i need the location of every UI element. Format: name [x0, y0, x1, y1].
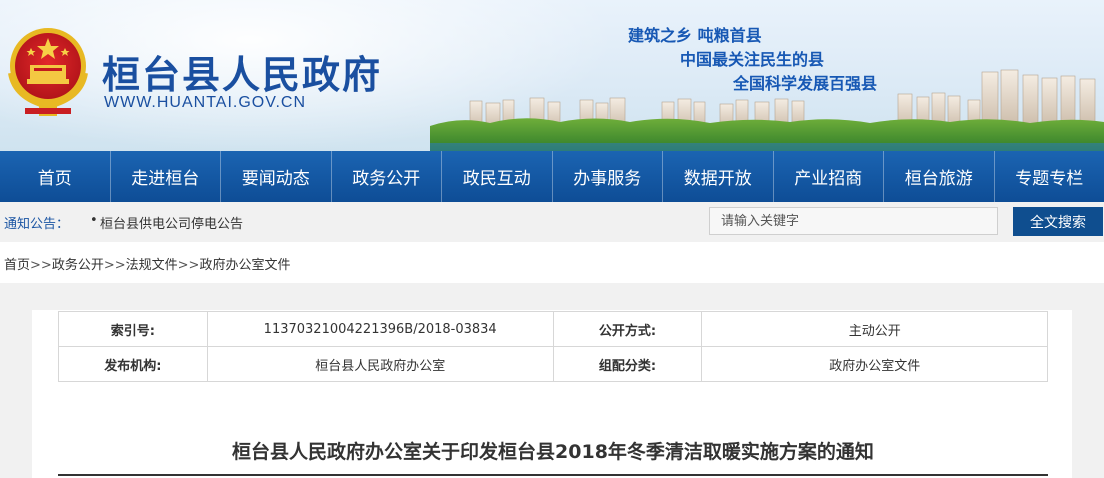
disclosure-method-label: 公开方式:	[552, 311, 703, 347]
breadcrumb: 首页>>政务公开>>法规文件>>政府办公室文件	[4, 254, 290, 273]
nav-item-services[interactable]: 办事服务	[553, 151, 663, 202]
index-number-value: 11370321004221396B/2018-03834	[206, 311, 554, 347]
site-title: 桓台县人民政府	[102, 53, 383, 97]
notice-label: 通知公告：	[4, 217, 70, 232]
breadcrumb-gov-affairs[interactable]: 政务公开	[52, 258, 104, 273]
document-title: 桓台县人民政府办公室关于印发桓台县2018年冬季清洁取暖实施方案的通知	[232, 441, 874, 463]
main-nav: 首页 走进桓台 要闻动态 政务公开 政民互动 办事服务 数据开放 产业招商 桓台…	[0, 151, 1104, 202]
document-meta-table: 索引号: 11370321004221396B/2018-03834 公开方式:…	[58, 311, 1048, 382]
notice-bullet: •	[90, 213, 98, 228]
breadcrumb-separator: >>	[103, 258, 126, 273]
national-emblem-icon	[8, 28, 88, 116]
header-banner: 桓台县人民政府 WWW.HUANTAI.GOV.CN 建筑之乡 吨粮首县 中国最…	[0, 0, 1104, 151]
index-number-label: 索引号:	[58, 311, 208, 347]
city-skyline-image	[430, 69, 1104, 151]
breadcrumb-regulations[interactable]: 法规文件	[126, 258, 178, 273]
category-value: 政府办公室文件	[701, 346, 1048, 382]
category-label: 组配分类:	[552, 346, 703, 382]
search-input[interactable]	[709, 207, 998, 235]
site-domain: WWW.HUANTAI.GOV.CN	[104, 94, 306, 111]
nav-item-tourism[interactable]: 桓台旅游	[884, 151, 995, 202]
publisher-label: 发布机构:	[58, 346, 208, 382]
nav-item-investment[interactable]: 产业招商	[774, 151, 884, 202]
breadcrumb-office-documents[interactable]: 政府办公室文件	[199, 258, 290, 273]
slogan-line-1: 建筑之乡 吨粮首县	[628, 26, 762, 45]
nav-item-news[interactable]: 要闻动态	[221, 151, 332, 202]
breadcrumb-home[interactable]: 首页	[4, 258, 30, 273]
notice-item-link[interactable]: 桓台县供电公司停电公告	[100, 213, 243, 232]
publisher-value: 桓台县人民政府办公室	[206, 346, 554, 382]
nav-item-home[interactable]: 首页	[0, 151, 111, 202]
disclosure-method-value: 主动公开	[701, 311, 1048, 347]
breadcrumb-separator: >>	[177, 258, 200, 273]
title-divider	[58, 474, 1048, 476]
fulltext-search-button[interactable]: 全文搜索	[1013, 207, 1103, 236]
table-row: 发布机构: 桓台县人民政府办公室 组配分类: 政府办公室文件	[58, 346, 1048, 382]
nav-item-about[interactable]: 走进桓台	[111, 151, 221, 202]
breadcrumb-separator: >>	[30, 258, 52, 273]
nav-item-special-topics[interactable]: 专题专栏	[995, 151, 1104, 202]
table-row: 索引号: 11370321004221396B/2018-03834 公开方式:…	[58, 311, 1048, 347]
nav-item-gov-affairs[interactable]: 政务公开	[332, 151, 442, 202]
nav-item-interaction[interactable]: 政民互动	[442, 151, 553, 202]
nav-item-open-data[interactable]: 数据开放	[663, 151, 774, 202]
